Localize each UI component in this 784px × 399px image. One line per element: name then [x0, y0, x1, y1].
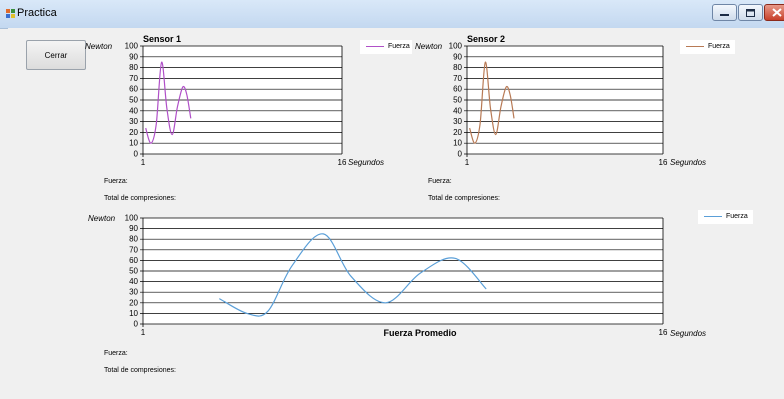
promedio-y-tick-label: 70	[129, 245, 138, 254]
sensor2-y-tick-label: 30	[453, 117, 462, 126]
sensor2-y-tick-label: 70	[453, 74, 462, 83]
promedio-y-tick-label: 60	[129, 256, 138, 265]
sensor2-y-tick-label: 20	[453, 128, 462, 137]
sensor1-y-tick-label: 60	[129, 85, 138, 94]
promedio-legend: Fuerza	[698, 210, 753, 224]
legend-swatch	[704, 216, 722, 217]
legend-label: Fuerza	[708, 43, 730, 50]
sensor2-legend: Fuerza	[680, 40, 735, 54]
promedio-y-tick-label: 50	[129, 267, 138, 276]
legend-swatch	[366, 46, 384, 47]
sensor1-legend: Fuerza	[360, 40, 412, 54]
legend-swatch	[686, 46, 704, 47]
sensor1-fuerza-label: Fuerza:	[104, 178, 128, 185]
promedio-y-tick-label: 30	[129, 288, 138, 297]
promedio-y-tick-label: 0	[134, 320, 139, 329]
promedio-x-axis-title: Segundos	[670, 329, 706, 338]
promedio-y-tick-label: 80	[129, 235, 138, 244]
sensor1-y-tick-label: 0	[134, 150, 139, 159]
sensor2-y-tick-label: 100	[449, 42, 463, 51]
sensor2-y-tick-label: 40	[453, 106, 462, 115]
promedio-y-tick-label: 90	[129, 224, 138, 233]
sensor1-y-tick-label: 40	[129, 106, 138, 115]
sensor2-x-tick-label: 16	[659, 158, 668, 167]
promedio-y-tick-label: 100	[125, 214, 139, 223]
sensor1-y-tick-label: 80	[129, 63, 138, 72]
sensor2-y-tick-label: 90	[453, 52, 462, 61]
sensor1-x-tick-label: 1	[141, 158, 146, 167]
sensor1-y-axis-title: Newton	[85, 42, 113, 51]
sensor1-x-tick-label: 16	[338, 158, 347, 167]
sensor2-y-tick-label: 60	[453, 85, 462, 94]
promedio-y-tick-label: 20	[129, 298, 138, 307]
sensor1-chart-title: Sensor 1	[143, 34, 181, 44]
sensor2-y-tick-label: 50	[453, 96, 462, 105]
sensor2-x-tick-label: 1	[465, 158, 470, 167]
sensor1-y-tick-label: 20	[129, 128, 138, 137]
sensor1-y-tick-label: 90	[129, 52, 138, 61]
sensor2-total-label: Total de compresiones:	[428, 195, 500, 202]
promedio-y-tick-label: 10	[129, 309, 138, 318]
sensor2-y-axis-title: Newton	[415, 42, 443, 51]
promedio-fuerza-label: Fuerza:	[104, 350, 128, 357]
sensor2-y-tick-label: 80	[453, 63, 462, 72]
sensor1-y-tick-label: 50	[129, 96, 138, 105]
promedio-x-tick-label: 16	[659, 328, 668, 337]
sensor1-y-tick-label: 30	[129, 117, 138, 126]
sensor1-total-label: Total de compresiones:	[104, 195, 176, 202]
sensor2-y-tick-label: 10	[453, 139, 462, 148]
promedio-chart-title: Fuerza Promedio	[383, 328, 457, 338]
sensor1-y-tick-label: 10	[129, 139, 138, 148]
sensor2-chart-title: Sensor 2	[467, 34, 505, 44]
sensor1-y-tick-label: 70	[129, 74, 138, 83]
legend-label: Fuerza	[388, 43, 410, 50]
promedio-y-tick-label: 40	[129, 277, 138, 286]
promedio-x-tick-label: 1	[141, 328, 146, 337]
promedio-y-axis-title: Newton	[88, 214, 116, 223]
sensor1-x-axis-title: Segundos	[348, 158, 384, 167]
sensor2-y-tick-label: 0	[458, 150, 463, 159]
legend-label: Fuerza	[726, 213, 748, 220]
sensor2-x-axis-title: Segundos	[670, 158, 706, 167]
sensor1-y-tick-label: 100	[125, 42, 139, 51]
sensor2-fuerza-label: Fuerza:	[428, 178, 452, 185]
promedio-total-label: Total de compresiones:	[104, 367, 176, 374]
